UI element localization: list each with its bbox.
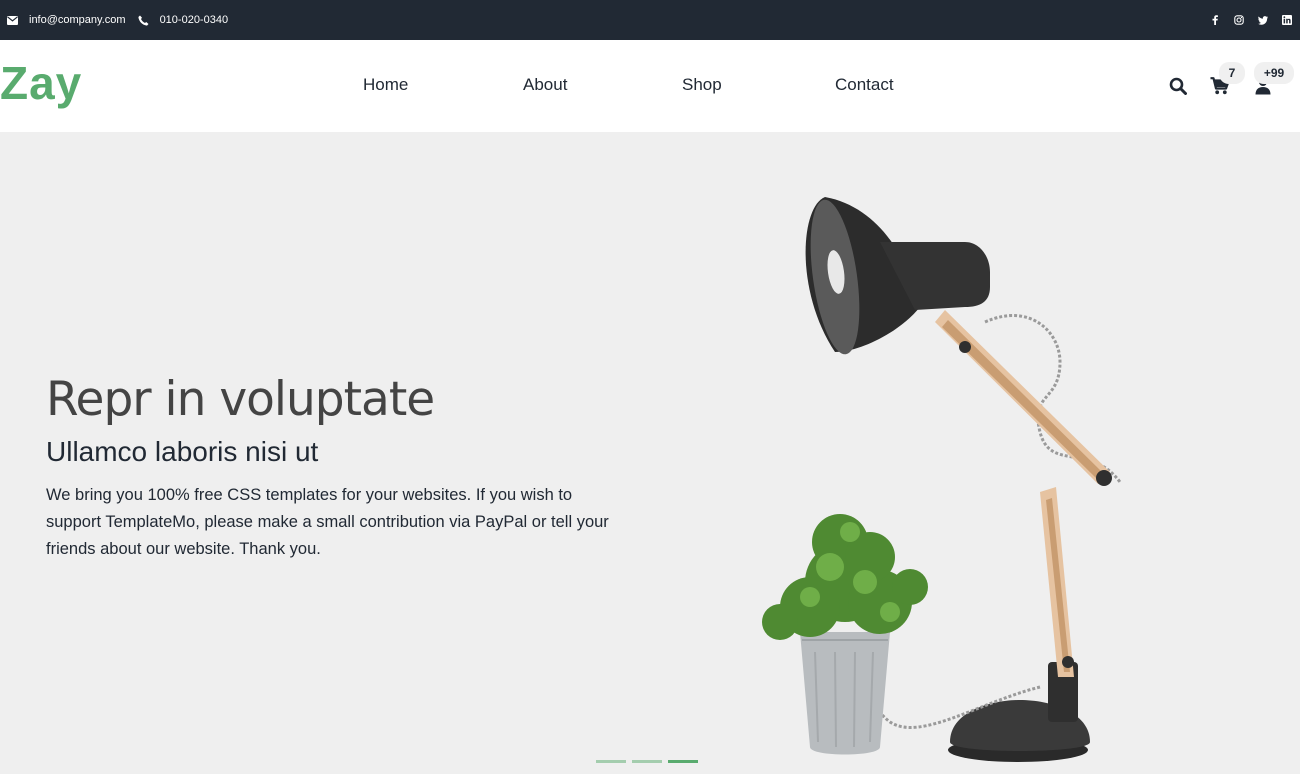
nav-shop[interactable]: Shop [682,74,722,96]
instagram-icon[interactable] [1234,15,1244,25]
nav-about[interactable]: About [523,74,567,96]
user-count-badge: +99 [1254,62,1294,84]
phone-text[interactable]: 010-020-0340 [160,14,229,26]
hero-title: Repr in voluptate [46,372,435,427]
email-text[interactable]: info@company.com [29,14,126,26]
nav-contact[interactable]: Contact [835,74,894,96]
facebook-icon[interactable] [1210,15,1220,25]
carousel-indicator-1[interactable] [596,760,626,763]
phone-icon [137,15,149,26]
nav-home[interactable]: Home [363,74,408,96]
contact-info: info@company.com 010-020-0340 [7,0,240,40]
hero-carousel: Repr in voluptate Ullamco laboris nisi u… [0,132,1300,774]
search-button[interactable] [1168,76,1188,96]
social-links [1196,0,1292,40]
nav-menu: Home About Shop Contact [0,40,1300,132]
linkedin-icon[interactable] [1282,15,1292,25]
phone-link[interactable]: 010-020-0340 [137,14,229,26]
carousel-indicator-3[interactable] [668,760,698,763]
cart-count-badge: 7 [1219,62,1245,84]
carousel-indicator-2[interactable] [632,760,662,763]
search-icon [1169,77,1187,95]
twitter-icon[interactable] [1258,15,1268,25]
top-info-bar: info@company.com 010-020-0340 [0,0,1300,40]
main-navbar: Zay Home About Shop Contact 7 +99 [0,40,1300,132]
hero-text: We bring you 100% free CSS templates for… [46,486,609,558]
envelope-icon [7,15,18,25]
lamp-and-plant-image [762,197,1122,762]
hero-subtitle: Ullamco laboris nisi ut [46,436,319,467]
carousel-indicators [596,760,704,763]
email-link[interactable]: info@company.com [7,14,126,26]
